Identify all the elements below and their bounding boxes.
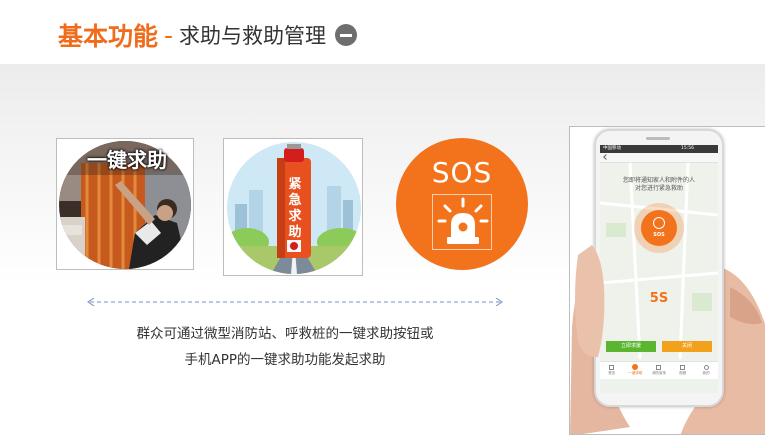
alarm-light-icon [432,194,492,250]
thumb-illustration [575,245,605,358]
header: 基本功能 - 求助与救助管理 [0,0,765,64]
emergency-pillar-card: 紧 急 求 助 [223,138,363,276]
page-title-sub: 求助与救助管理 [179,24,327,48]
page-title: 基本功能 - 求助与救助管理 [58,18,358,52]
phone-mockup-frame: 中国移动 15:56 您即将通知家人和附件的人 对您进行紧急救助 SOS 5S … [569,126,765,435]
sos-label: SOS [431,156,493,189]
sos-alarm-circle: SOS [396,138,528,270]
page-title-main: 基本功能 [58,22,159,51]
pillar-char: 紧 [288,177,302,192]
pillar-char: 急 [288,193,302,208]
collapse-icon[interactable] [335,24,358,46]
pillar-char: 求 [288,209,302,224]
one-key-help-card: 一键求助 [56,138,194,270]
emergency-pillar-text: 紧 急 求 助 [280,177,310,241]
description-line-1: 群众可通过微型消防站、呼救桩的一键求助按钮或 [136,326,434,342]
page-title-dash: - [164,20,174,50]
description-line-2: 手机APP的一键求助功能发起求助 [184,352,386,368]
dashed-double-arrow [87,298,503,306]
pillar-char: 助 [288,225,302,240]
one-key-help-banner: 一键求助 [87,148,167,172]
